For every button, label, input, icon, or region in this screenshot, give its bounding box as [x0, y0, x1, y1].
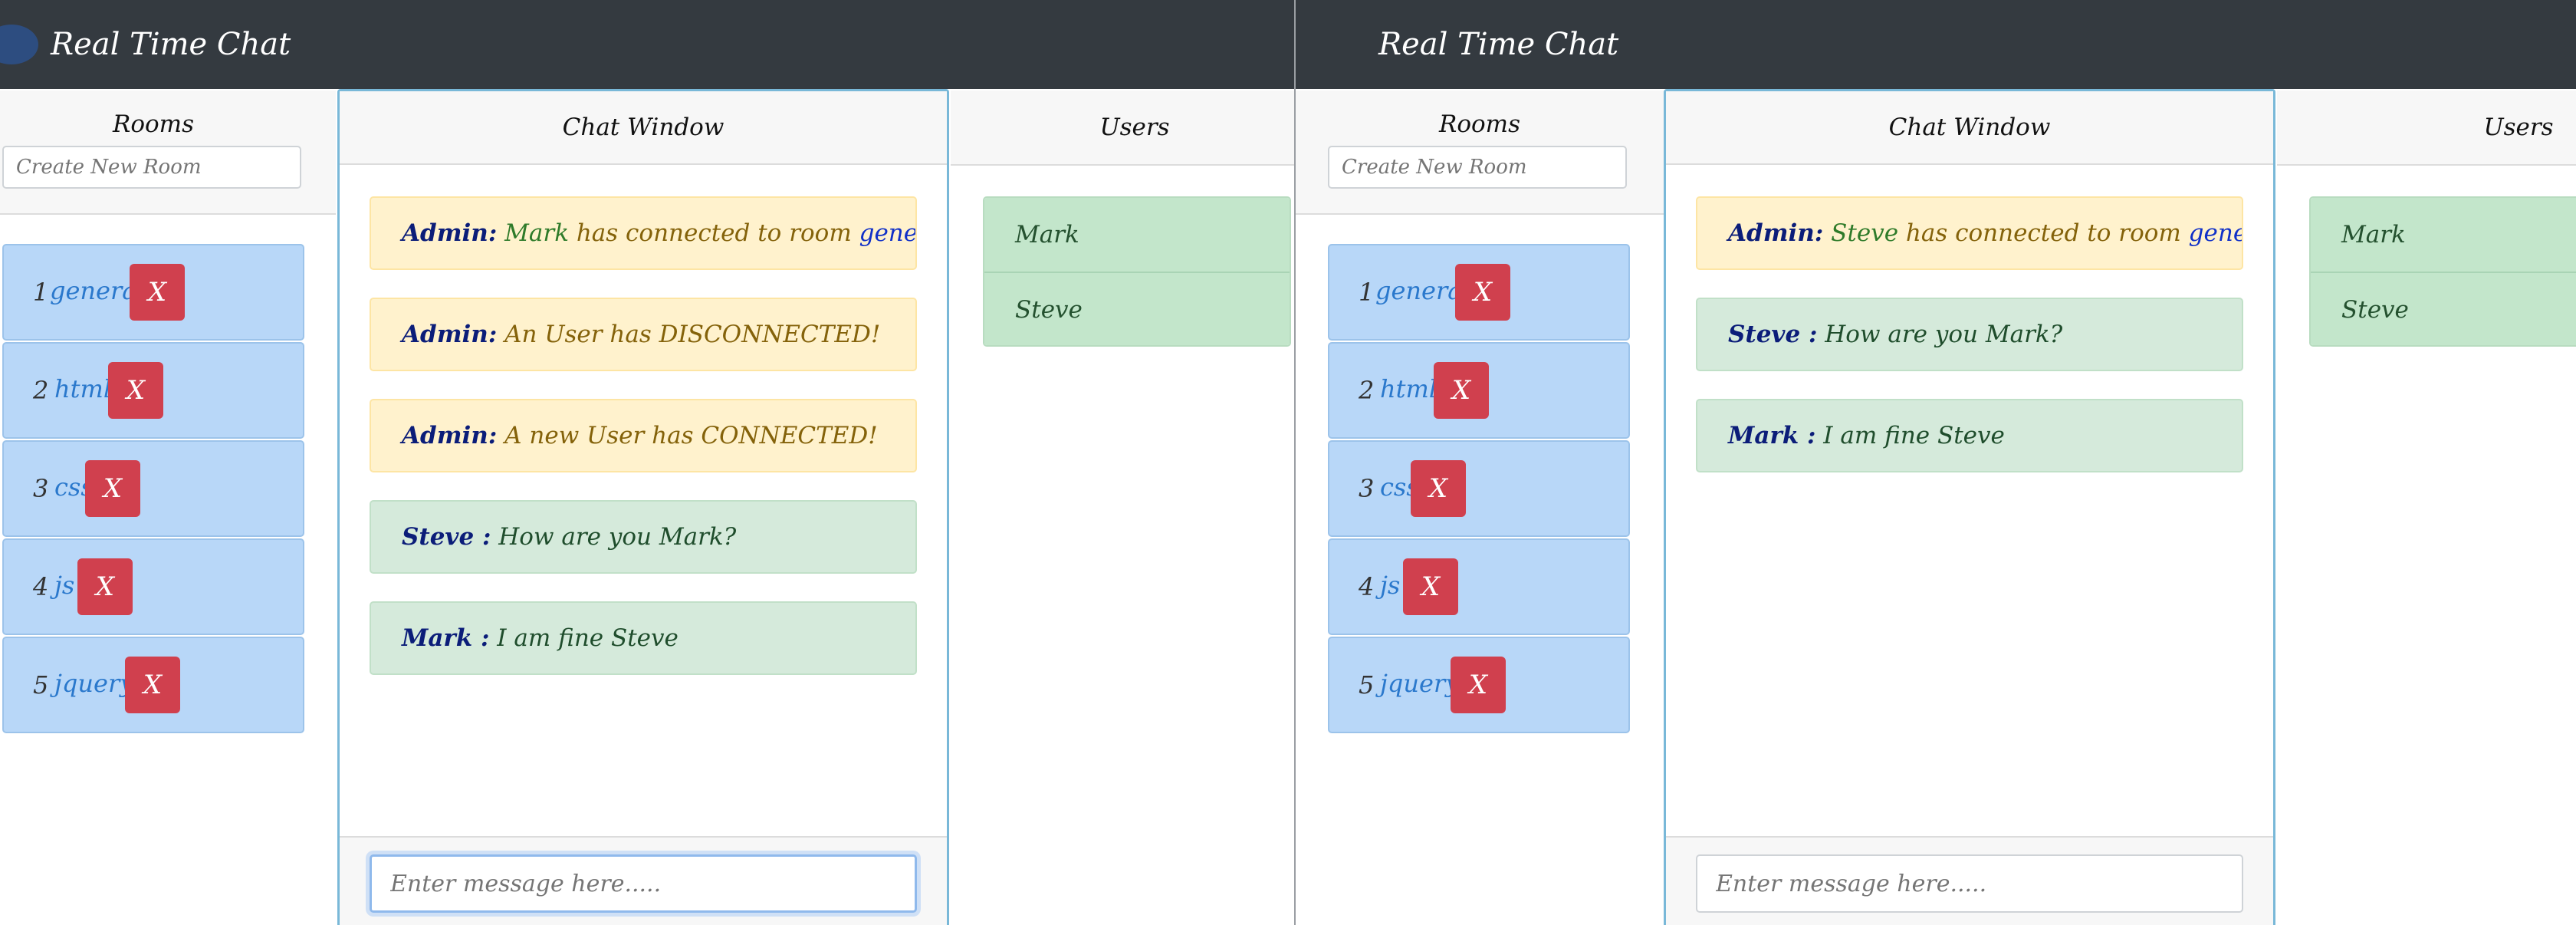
create-room-input[interactable] [1328, 146, 1627, 189]
room-item-js[interactable]: 4 js X [2, 538, 304, 635]
room-number: 1 [1359, 278, 1375, 307]
delete-room-button[interactable]: X [1434, 362, 1489, 419]
room-item-css[interactable]: 3 css X [2, 440, 304, 537]
room-number: 3 [33, 474, 49, 503]
message-sender: Admin: [1728, 219, 1824, 247]
delete-room-button[interactable]: X [85, 460, 140, 517]
user-list: Mark Steve [2309, 196, 2576, 347]
delete-room-button[interactable]: X [77, 558, 133, 615]
message-sender: Mark : [402, 624, 490, 652]
create-room-input[interactable] [2, 146, 301, 189]
delete-room-button[interactable]: X [1451, 657, 1506, 713]
message-room-name: general [2188, 219, 2242, 247]
brand-link[interactable]: Real Time Chat [1378, 21, 1618, 67]
delete-room-button[interactable]: X [130, 264, 185, 321]
delete-room-button[interactable]: X [1455, 264, 1510, 321]
room-link-js[interactable]: js [54, 571, 74, 600]
message-text: A new User has CONNECTED! [497, 422, 878, 449]
message-input[interactable] [370, 854, 917, 913]
user-item[interactable]: Mark [984, 198, 1290, 272]
room-link-jquery[interactable]: jquery [54, 669, 133, 698]
room-list: 1 general X 2 html X 3 css X 4 js X 5 jq… [1328, 244, 1630, 735]
message-username: Steve [1831, 219, 1899, 247]
message-text: How are you Mark? [1817, 321, 2063, 348]
room-item-jquery[interactable]: 5 jquery X [1328, 637, 1630, 733]
room-item-html[interactable]: 2 html X [1328, 342, 1630, 439]
user-item[interactable]: Steve [2311, 272, 2576, 345]
room-number: 5 [33, 670, 49, 700]
message-text: has connected to room [568, 219, 859, 247]
logo-icon [0, 25, 38, 64]
room-link-html[interactable]: html [1380, 374, 1437, 403]
delete-room-button[interactable]: X [108, 362, 163, 419]
room-number: 4 [1359, 572, 1375, 601]
message-username: Mark [504, 219, 569, 247]
room-item-js[interactable]: 4 js X [1328, 538, 1630, 635]
message-input[interactable] [1696, 854, 2243, 913]
chat-heading: Chat Window [562, 114, 724, 141]
room-number: 5 [1359, 670, 1375, 700]
chat-window-left: Real Time Chat Rooms 1 general X 2 html … [0, 0, 1294, 925]
room-item-html[interactable]: 2 html X [2, 342, 304, 439]
message-text: has connected to room [1898, 219, 2189, 247]
message-text: An User has DISCONNECTED! [497, 321, 881, 348]
chat-message-admin: Admin: Mark has connected to room genera… [370, 196, 917, 270]
users-heading: Users [1099, 114, 1170, 141]
room-item-jquery[interactable]: 5 jquery X [2, 637, 304, 733]
room-list: 1 general X 2 html X 3 css X 4 js X 5 jq… [2, 244, 304, 735]
chat-message-admin: Admin: A new User has CONNECTED! [370, 399, 917, 472]
chat-window-right: Real Time Chat Rooms 1 general X 2 html … [1296, 0, 2576, 925]
user-list: Mark Steve [983, 196, 1291, 347]
message-sender: Steve : [402, 523, 491, 551]
message-sender: Steve : [1728, 321, 1818, 348]
chat-heading: Chat Window [1888, 114, 2051, 141]
room-number: 2 [33, 376, 49, 405]
user-item[interactable]: Mark [2311, 198, 2576, 272]
room-number: 2 [1359, 376, 1375, 405]
chat-message-admin: Admin: Steve has connected to room gener… [1696, 196, 2243, 270]
users-heading: Users [2483, 114, 2554, 141]
message-sender: Admin: [402, 422, 498, 449]
message-sender: Admin: [402, 219, 498, 247]
chat-message-admin: Admin: An User has DISCONNECTED! [370, 298, 917, 371]
message-sender: Admin: [402, 321, 498, 348]
message-text: I am fine Steve [1815, 422, 2005, 449]
room-link-jquery[interactable]: jquery [1380, 669, 1459, 698]
message-text: I am fine Steve [489, 624, 678, 652]
room-number: 4 [33, 572, 49, 601]
room-item-css[interactable]: 3 css X [1328, 440, 1630, 537]
chat-message-user: Mark : I am fine Steve [1696, 399, 2243, 472]
room-link-js[interactable]: js [1380, 571, 1400, 600]
chat-message-user: Steve : How are you Mark? [1696, 298, 2243, 371]
room-item-general[interactable]: 1 general X [2, 244, 304, 341]
navbar: Real Time Chat [0, 0, 1294, 89]
room-number: 1 [33, 278, 49, 307]
room-link-html[interactable]: html [54, 374, 111, 403]
chat-message-user: Mark : I am fine Steve [370, 601, 917, 675]
message-sender: Mark : [1728, 422, 1816, 449]
delete-room-button[interactable]: X [1411, 460, 1466, 517]
delete-room-button[interactable]: X [125, 657, 180, 713]
message-room-name: general [859, 219, 917, 247]
navbar: Real Time Chat [1296, 0, 2576, 89]
delete-room-button[interactable]: X [1403, 558, 1458, 615]
message-text: How are you Mark? [491, 523, 737, 551]
room-item-general[interactable]: 1 general X [1328, 244, 1630, 341]
brand-link[interactable]: Real Time Chat [51, 21, 291, 67]
chat-message-user: Steve : How are you Mark? [370, 500, 917, 574]
room-number: 3 [1359, 474, 1375, 503]
user-item[interactable]: Steve [984, 272, 1290, 345]
